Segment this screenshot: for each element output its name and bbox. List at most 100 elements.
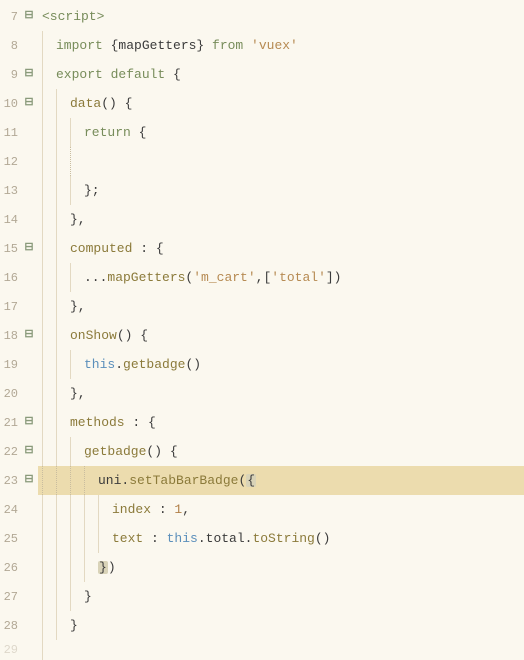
token-punct: } [98,561,108,574]
indent-guide [70,437,71,466]
token-punct: ( [238,474,246,487]
gutter-row: 26⊟ [0,553,38,582]
indent-guide [70,495,71,524]
indent-guide [42,611,43,640]
code-line[interactable]: ...mapGetters('m_cart',['total']) [38,263,524,292]
line-number: 13 [0,185,22,197]
code-line[interactable]: } [38,582,524,611]
line-number: 14 [0,214,22,226]
code-line[interactable]: onShow() { [38,321,524,350]
code-line[interactable]: }) [38,553,524,582]
indent-guide [56,582,57,611]
indent-guide [56,321,57,350]
fold-toggle-icon[interactable]: ⊟ [22,475,36,486]
code-line[interactable]: }, [38,292,524,321]
fold-toggle-icon[interactable]: ⊟ [22,417,36,428]
line-number: 19 [0,359,22,371]
token-punct: { [246,474,256,487]
token-this: this [84,358,115,371]
indent-guide [70,350,71,379]
token-punct: , [182,503,190,516]
code-line[interactable]: <script> [38,2,524,31]
token-kw: from [212,39,251,52]
indent-guide [56,495,57,524]
code-area[interactable]: <script>import {mapGetters} from 'vuex'e… [38,0,524,650]
indent-guide [42,205,43,234]
token-punct: () { [117,329,148,342]
code-line[interactable] [38,640,524,660]
indent-guide [56,553,57,582]
token-punct: () { [146,445,177,458]
token-punct: }, [70,213,86,226]
code-line[interactable]: return { [38,118,524,147]
gutter-row: 29⊟ [0,640,38,660]
fold-toggle-icon[interactable]: ⊟ [22,446,36,457]
fold-toggle-icon[interactable]: ⊟ [22,243,36,254]
token-punct: }, [70,387,86,400]
indent-guide [70,147,71,176]
indent-guide [70,524,71,553]
token-fn: toString [252,532,314,545]
line-number: 27 [0,591,22,603]
fold-toggle-icon[interactable]: ⊟ [22,330,36,341]
indent-guide [70,466,71,495]
gutter-row: 12⊟ [0,147,38,176]
code-line[interactable]: } [38,611,524,640]
code-line[interactable]: computed : { [38,234,524,263]
code-line[interactable]: text : this.total.toString() [38,524,524,553]
indent-guide [42,640,43,660]
indent-guide [56,350,57,379]
indent-guide [56,524,57,553]
code-line[interactable]: export default { [38,60,524,89]
code-line[interactable]: }; [38,176,524,205]
code-line[interactable]: import {mapGetters} from 'vuex' [38,31,524,60]
gutter-row: 25⊟ [0,524,38,553]
token-kw: import [56,39,111,52]
gutter-row: 20⊟ [0,379,38,408]
code-line[interactable] [38,147,524,176]
gutter-row: 15⊟ [0,234,38,263]
token-str: 'vuex' [251,39,298,52]
token-fn: getbadge [84,445,146,458]
indent-guide [42,31,43,60]
fold-toggle-icon[interactable]: ⊟ [22,11,36,22]
token-punct: ... [84,271,107,284]
indent-guide [42,495,43,524]
line-number: 16 [0,272,22,284]
indent-guide [56,437,57,466]
code-line[interactable]: this.getbadge() [38,350,524,379]
fold-toggle-icon[interactable]: ⊟ [22,98,36,109]
indent-guide [42,292,43,321]
fold-toggle-icon[interactable]: ⊟ [22,69,36,80]
indent-guide [70,176,71,205]
line-number: 29 [0,644,22,656]
token-str: 'm_cart' [193,271,255,284]
code-line[interactable]: }, [38,205,524,234]
code-line[interactable]: uni.setTabBarBadge({ [38,466,524,495]
line-number: 23 [0,475,22,487]
indent-guide [42,263,43,292]
code-line[interactable]: getbadge() { [38,437,524,466]
token-punct: . [115,358,123,371]
indent-guide [56,234,57,263]
indent-guide [42,466,43,495]
gutter-row: 23⊟ [0,466,38,495]
indent-guide [70,263,71,292]
token-ident: {mapGetters} [111,39,212,52]
token-punct: : { [140,242,163,255]
code-line[interactable]: index : 1, [38,495,524,524]
code-line[interactable]: data() { [38,89,524,118]
token-punct: { [139,126,147,139]
indent-guide [42,350,43,379]
token-ident: uni. [98,474,129,487]
code-line[interactable]: }, [38,379,524,408]
token-num: 1 [174,503,182,516]
token-kw: export default [56,68,173,81]
line-number: 20 [0,388,22,400]
gutter-row: 22⊟ [0,437,38,466]
token-punct: ,[ [256,271,272,284]
token-fn: getbadge [123,358,185,371]
code-line[interactable]: methods : { [38,408,524,437]
line-number: 28 [0,620,22,632]
indent-guide [42,234,43,263]
